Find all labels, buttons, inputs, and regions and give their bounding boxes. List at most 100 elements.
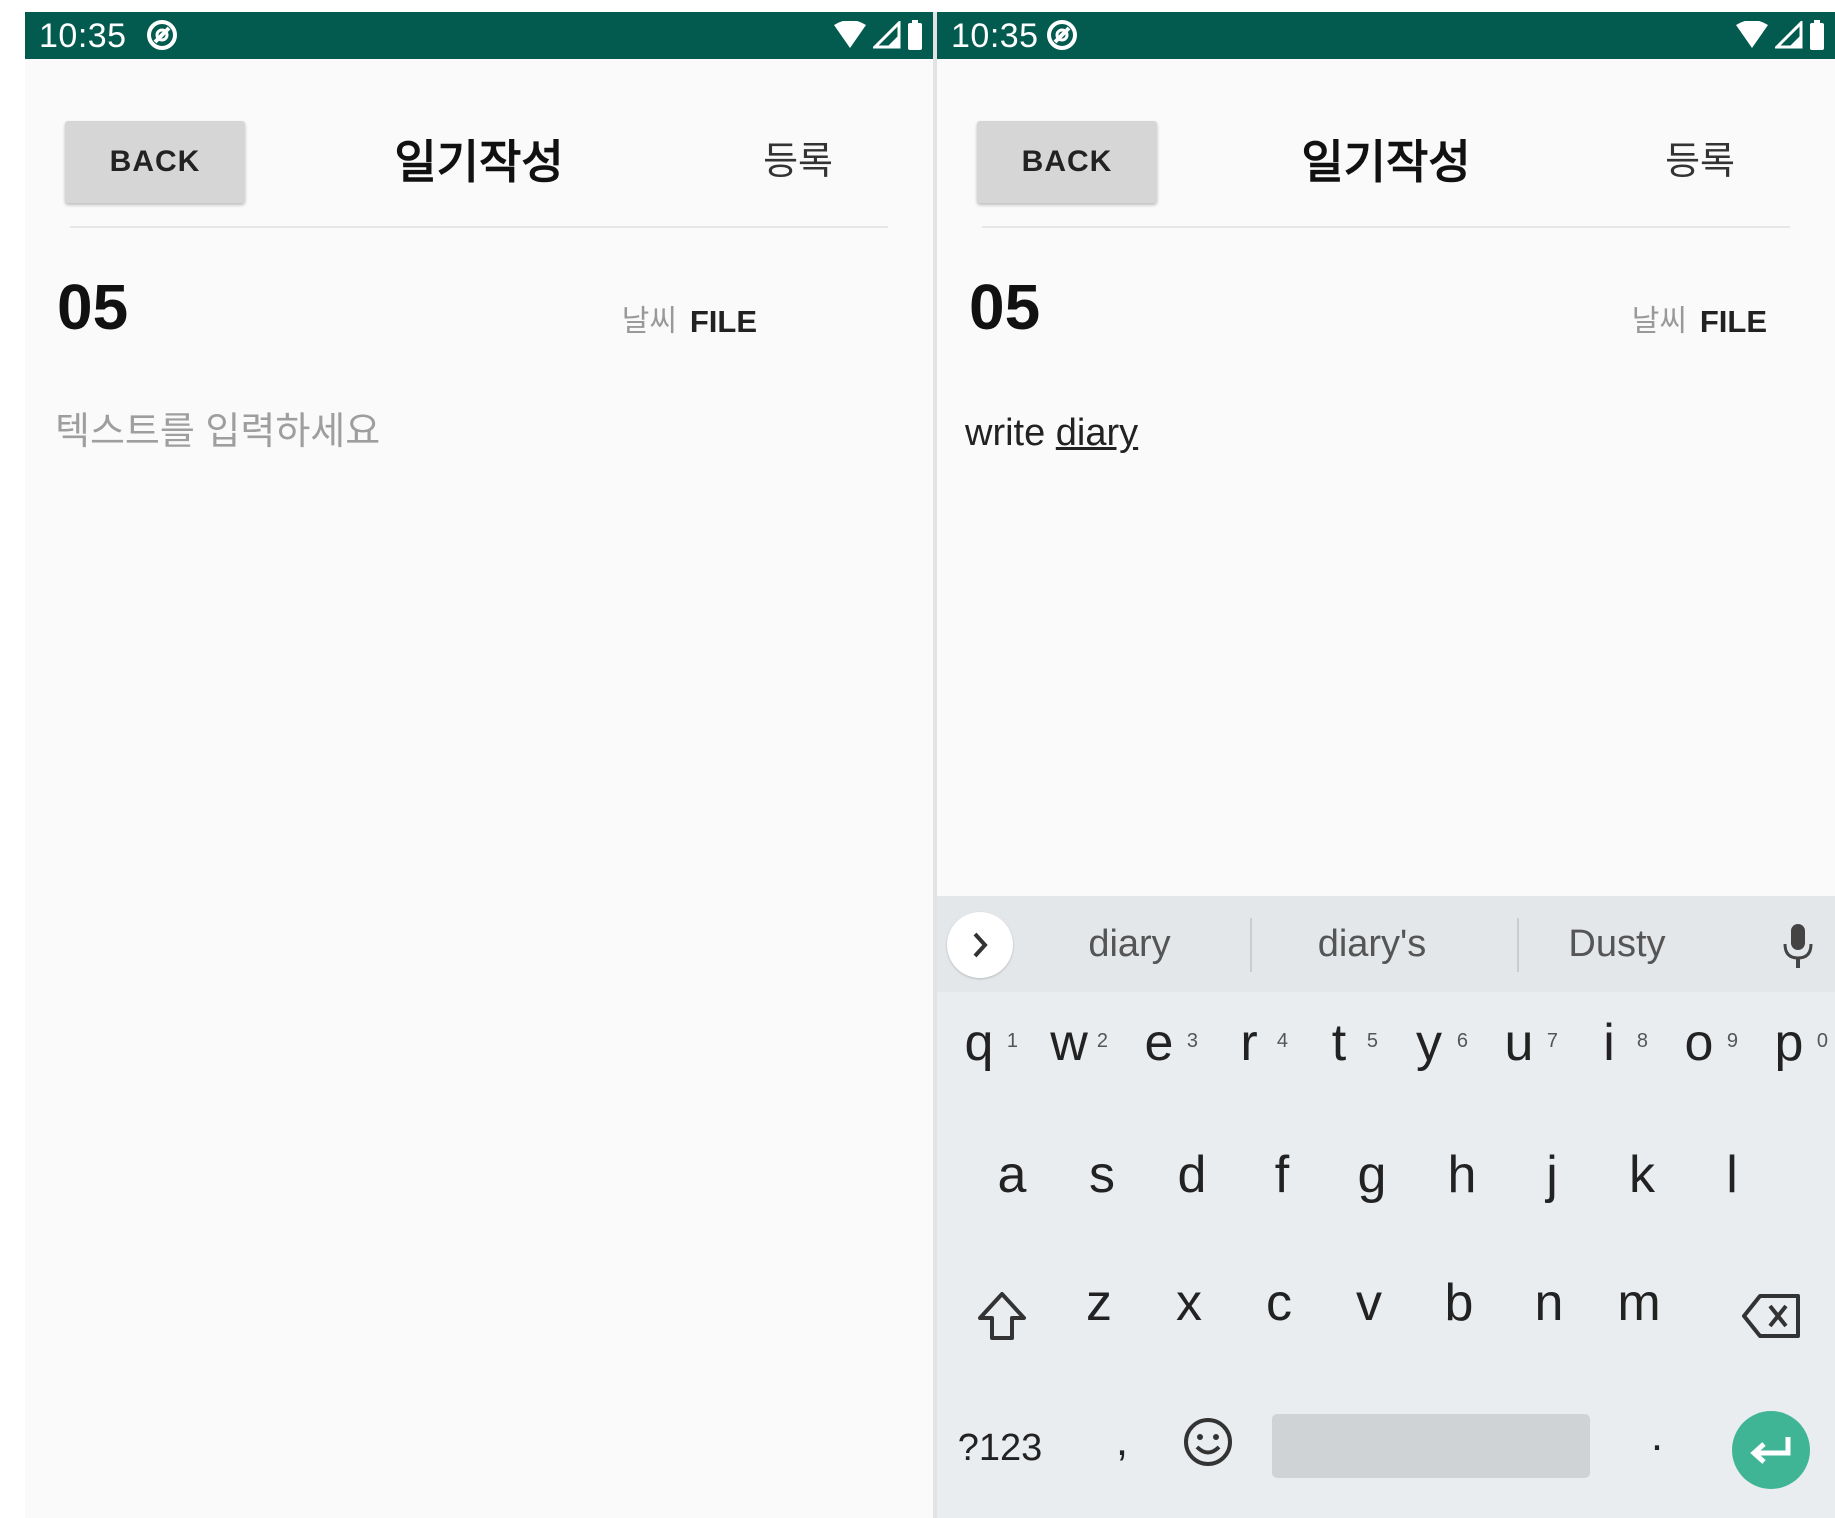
status-icons [1735,18,1825,52]
suggestion-strip: diary diary's Dusty [937,896,1835,992]
key-number-hint: 9 [1726,1030,1738,1052]
signal-icon [1775,21,1803,49]
register-button[interactable]: 등록 [1665,121,1735,203]
key-number-hint: 5 [1366,1030,1378,1052]
weather-button[interactable]: 날씨 [622,302,677,342]
key-number-hint: 2 [1096,1030,1108,1052]
register-button[interactable]: 등록 [763,121,833,203]
file-button[interactable]: FILE [1700,302,1767,342]
key-g[interactable]: g [1337,1140,1407,1210]
key-k[interactable]: k [1607,1140,1677,1210]
divider [982,226,1790,228]
back-button[interactable]: BACK [65,121,245,203]
enter-icon [1750,1437,1791,1464]
key-b[interactable]: b [1424,1268,1494,1338]
key-number-hint: 7 [1546,1030,1558,1052]
sync-icon [1047,20,1077,50]
backspace-key-icon[interactable] [1740,1288,1802,1344]
divider [70,226,888,228]
key-d[interactable]: d [1157,1140,1227,1210]
key-a[interactable]: a [977,1140,1047,1210]
key-c[interactable]: c [1244,1268,1314,1338]
key-z[interactable]: z [1064,1268,1134,1338]
suggestion-1[interactable]: diary [1052,896,1207,992]
key-letter: w [1050,1014,1088,1072]
status-bar: 10:35 [25,12,933,59]
comma-key[interactable]: , [1102,1406,1142,1476]
toolbar: BACK 일기작성 등록 [25,59,933,229]
key-p[interactable]: p0 [1744,1008,1834,1078]
key-q[interactable]: q1 [937,1008,1024,1078]
emoji-key-icon[interactable] [1180,1414,1236,1470]
key-number-hint: 3 [1186,1030,1198,1052]
key-letter: i [1603,1014,1615,1072]
period-key[interactable]: . [1637,1401,1677,1471]
key-i[interactable]: i8 [1564,1008,1654,1078]
key-f[interactable]: f [1247,1140,1317,1210]
soft-keyboard: diary diary's Dusty q1w2e3r4t5y6u7i8o9p0… [937,896,1835,1518]
key-n[interactable]: n [1514,1268,1584,1338]
right-screen: 10:35 BACK 일기작성 등록 05 날씨 FILE write diar… [937,12,1835,1518]
symbols-key[interactable]: ?123 [955,1418,1045,1478]
weather-button[interactable]: 날씨 [1632,302,1687,342]
diary-text-input[interactable]: write diary [965,408,1138,458]
key-l[interactable]: l [1697,1140,1767,1210]
key-number-hint: 4 [1276,1030,1288,1052]
toolbar: BACK 일기작성 등록 [937,59,1835,229]
key-e[interactable]: e3 [1114,1008,1204,1078]
back-button[interactable]: BACK [977,121,1157,203]
key-r[interactable]: r4 [1204,1008,1294,1078]
key-h[interactable]: h [1427,1140,1497,1210]
key-w[interactable]: w2 [1024,1008,1114,1078]
space-key[interactable] [1272,1414,1590,1478]
date-day: 05 [57,271,129,343]
sync-icon [147,20,177,50]
signal-icon [873,21,901,49]
enter-key[interactable] [1732,1411,1810,1489]
page-title: 일기작성 [1301,136,1471,188]
diary-text-plain: write [965,412,1056,454]
status-time: 10:35 [39,17,127,55]
suggestion-2[interactable]: diary's [1267,896,1477,992]
microphone-icon[interactable] [1781,922,1815,970]
key-number-hint: 0 [1816,1030,1828,1052]
suggestion-separator [1250,918,1252,972]
shift-key-icon[interactable] [972,1286,1032,1346]
key-letter: q [964,1014,994,1072]
key-letter: o [1684,1014,1714,1072]
diary-text-composing: diary [1055,412,1139,454]
wifi-icon [1736,21,1768,48]
date-day: 05 [969,271,1041,343]
page-title: 일기작성 [394,136,564,188]
key-letter: e [1144,1014,1174,1072]
status-icons [833,18,923,52]
wifi-icon [834,21,866,48]
chevron-right-icon [973,932,988,958]
status-time: 10:35 [951,17,1039,55]
left-screen: 10:35 BACK 일기작성 등록 05 날씨 FILE [25,12,933,1518]
key-number-hint: 6 [1456,1030,1468,1052]
key-number-hint: 1 [1006,1030,1018,1052]
key-letter: r [1240,1014,1258,1072]
key-s[interactable]: s [1067,1140,1137,1210]
key-letter: p [1774,1014,1804,1072]
key-t[interactable]: t5 [1294,1008,1384,1078]
status-bar: 10:35 [937,12,1835,59]
battery-icon [1810,20,1824,50]
key-o[interactable]: o9 [1654,1008,1744,1078]
suggestion-separator [1517,918,1519,972]
key-x[interactable]: x [1154,1268,1224,1338]
diary-text-input[interactable] [55,402,855,462]
key-j[interactable]: j [1517,1140,1587,1210]
key-m[interactable]: m [1604,1268,1674,1338]
expand-suggestions-button[interactable] [947,912,1013,978]
key-letter: y [1416,1014,1442,1072]
file-button[interactable]: FILE [690,302,757,342]
key-y[interactable]: y6 [1384,1008,1474,1078]
key-v[interactable]: v [1334,1268,1404,1338]
suggestion-3[interactable]: Dusty [1527,896,1707,992]
key-u[interactable]: u7 [1474,1008,1564,1078]
key-number-hint: 8 [1636,1030,1648,1052]
key-letter: u [1504,1014,1534,1072]
battery-icon [908,20,922,50]
